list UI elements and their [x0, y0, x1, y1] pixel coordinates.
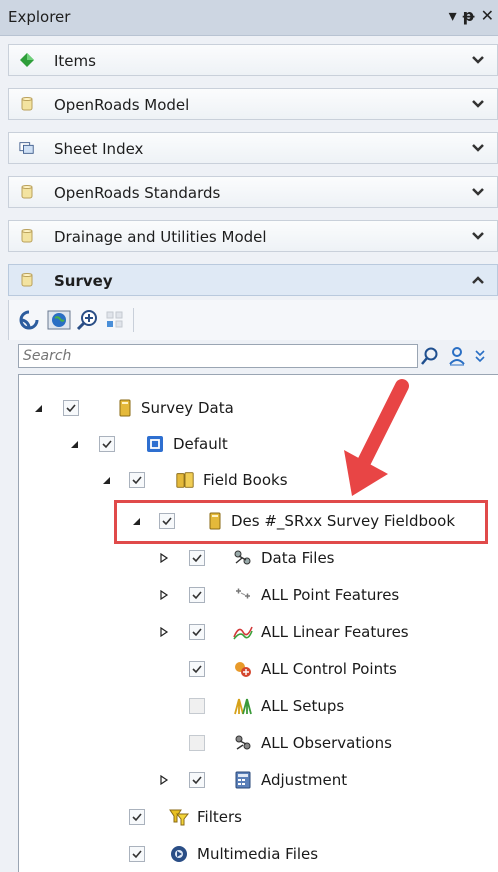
node-checkbox[interactable]	[189, 550, 205, 566]
node-label: Default	[173, 435, 228, 453]
node-checkbox[interactable]	[189, 735, 205, 751]
collapsed-arrow-icon[interactable]	[159, 553, 169, 563]
cylinder-icon	[19, 272, 35, 288]
section-label: Survey	[54, 272, 113, 290]
annotation-arrow-icon	[344, 379, 409, 496]
chevron-down-icon[interactable]	[471, 229, 485, 243]
node-checkbox[interactable]	[189, 661, 205, 677]
tree-node-survey-data[interactable]: Survey Data	[19, 393, 498, 423]
survey-data-icon	[119, 399, 131, 417]
chevron-down-icon[interactable]	[471, 97, 485, 111]
node-checkbox[interactable]	[189, 624, 205, 640]
node-checkbox[interactable]	[129, 472, 145, 488]
double-chevron-down-icon[interactable]	[473, 348, 487, 364]
expanded-arrow-icon[interactable]	[33, 403, 43, 413]
node-label: Survey Data	[141, 399, 234, 417]
chevron-down-icon[interactable]	[471, 53, 485, 67]
tree-node-field-books[interactable]: Field Books	[19, 465, 498, 495]
point-features-icon	[236, 588, 250, 599]
section-items[interactable]: Items	[8, 44, 498, 76]
close-icon[interactable]: ✕	[481, 6, 494, 25]
tree-node-setups[interactable]: ALL Setups	[19, 691, 498, 721]
expanded-arrow-icon[interactable]	[69, 439, 79, 449]
node-checkbox[interactable]	[129, 809, 145, 825]
survey-toolbar	[8, 300, 498, 340]
chevron-up-icon[interactable]	[471, 273, 485, 287]
linear-features-icon	[233, 626, 253, 640]
tree-node-data-files[interactable]: Data Files	[19, 543, 498, 573]
field-books-icon	[176, 472, 194, 488]
control-points-icon	[235, 662, 251, 677]
node-label: Data Files	[261, 549, 335, 567]
collapsed-arrow-icon[interactable]	[159, 627, 169, 637]
filters-icon	[169, 809, 189, 826]
node-label: Field Books	[203, 471, 288, 489]
node-label: Adjustment	[261, 771, 348, 789]
tree-node-filters[interactable]: Filters	[19, 802, 498, 832]
cylinder-icon	[19, 228, 35, 244]
node-checkbox[interactable]	[189, 698, 205, 714]
highlight-box	[114, 500, 488, 544]
globe-icon[interactable]	[47, 308, 71, 332]
section-label: OpenRoads Standards	[54, 184, 221, 202]
section-openroads-model[interactable]: OpenRoads Model	[8, 88, 498, 120]
multimedia-icon	[171, 846, 187, 862]
section-openroads-standards[interactable]: OpenRoads Standards	[8, 176, 498, 208]
grid-select-icon[interactable]	[103, 308, 127, 332]
zoom-in-icon[interactable]	[75, 308, 99, 332]
default-project-icon	[147, 436, 163, 452]
node-label: ALL Point Features	[261, 586, 400, 604]
tree-node-multimedia-files[interactable]: Multimedia Files	[19, 839, 498, 869]
node-checkbox[interactable]	[129, 846, 145, 862]
panel-title: Explorer	[8, 8, 71, 26]
refresh-icon[interactable]	[17, 308, 41, 332]
tree-node-linear-features[interactable]: ALL Linear Features	[19, 617, 498, 647]
section-drainage-utilities[interactable]: Drainage and Utilities Model	[8, 220, 498, 252]
cylinder-icon	[19, 96, 35, 112]
setups-icon	[234, 698, 252, 715]
node-checkbox[interactable]	[189, 587, 205, 603]
adjustment-icon	[235, 771, 251, 789]
section-label: Drainage and Utilities Model	[54, 228, 267, 246]
section-survey[interactable]: Survey	[8, 264, 498, 296]
node-label: Filters	[197, 808, 242, 826]
node-label: ALL Setups	[261, 697, 345, 715]
tree-node-observations[interactable]: ALL Observations	[19, 728, 498, 758]
search-input[interactable]	[19, 345, 417, 367]
node-checkbox[interactable]	[99, 436, 115, 452]
section-label: OpenRoads Model	[54, 96, 190, 114]
search-person-icon[interactable]	[447, 346, 467, 366]
node-label: Multimedia Files	[197, 845, 319, 863]
toolbar-separator	[133, 308, 134, 332]
tree-node-control-points[interactable]: ALL Control Points	[19, 654, 498, 684]
dropdown-icon[interactable]: ▾	[449, 6, 457, 25]
tree-node-default[interactable]: Default	[19, 429, 498, 459]
cylinder-icon	[19, 184, 35, 200]
collapsed-arrow-icon[interactable]	[159, 590, 169, 600]
search-box[interactable]	[18, 344, 418, 368]
chevron-down-icon[interactable]	[471, 141, 485, 155]
sheet-index-icon	[19, 140, 35, 156]
collapsed-arrow-icon[interactable]	[159, 775, 169, 785]
tree-node-point-features[interactable]: ALL Point Features	[19, 580, 498, 610]
node-label: ALL Observations	[261, 734, 392, 752]
expanded-arrow-icon[interactable]	[101, 475, 111, 485]
node-checkbox[interactable]	[189, 772, 205, 788]
data-files-icon	[234, 550, 251, 565]
section-label: Sheet Index	[54, 140, 144, 158]
chevron-down-icon[interactable]	[471, 185, 485, 199]
tree-node-adjustment[interactable]: Adjustment	[19, 765, 498, 795]
explorer-titlebar: Explorer ▾ ᵽ ✕	[0, 0, 498, 36]
node-label: ALL Control Points	[261, 660, 397, 678]
node-label: ALL Linear Features	[261, 623, 409, 641]
section-sheet-index[interactable]: Sheet Index	[8, 132, 498, 164]
pin-icon[interactable]: ᵽ	[463, 6, 475, 25]
survey-tree: Survey Data Default Field Books Des #_SR…	[18, 374, 498, 872]
search-icon[interactable]	[420, 346, 440, 366]
section-label: Items	[54, 52, 96, 70]
observations-icon	[235, 735, 251, 750]
diamond-green-icon	[19, 52, 35, 68]
node-checkbox[interactable]	[63, 400, 79, 416]
